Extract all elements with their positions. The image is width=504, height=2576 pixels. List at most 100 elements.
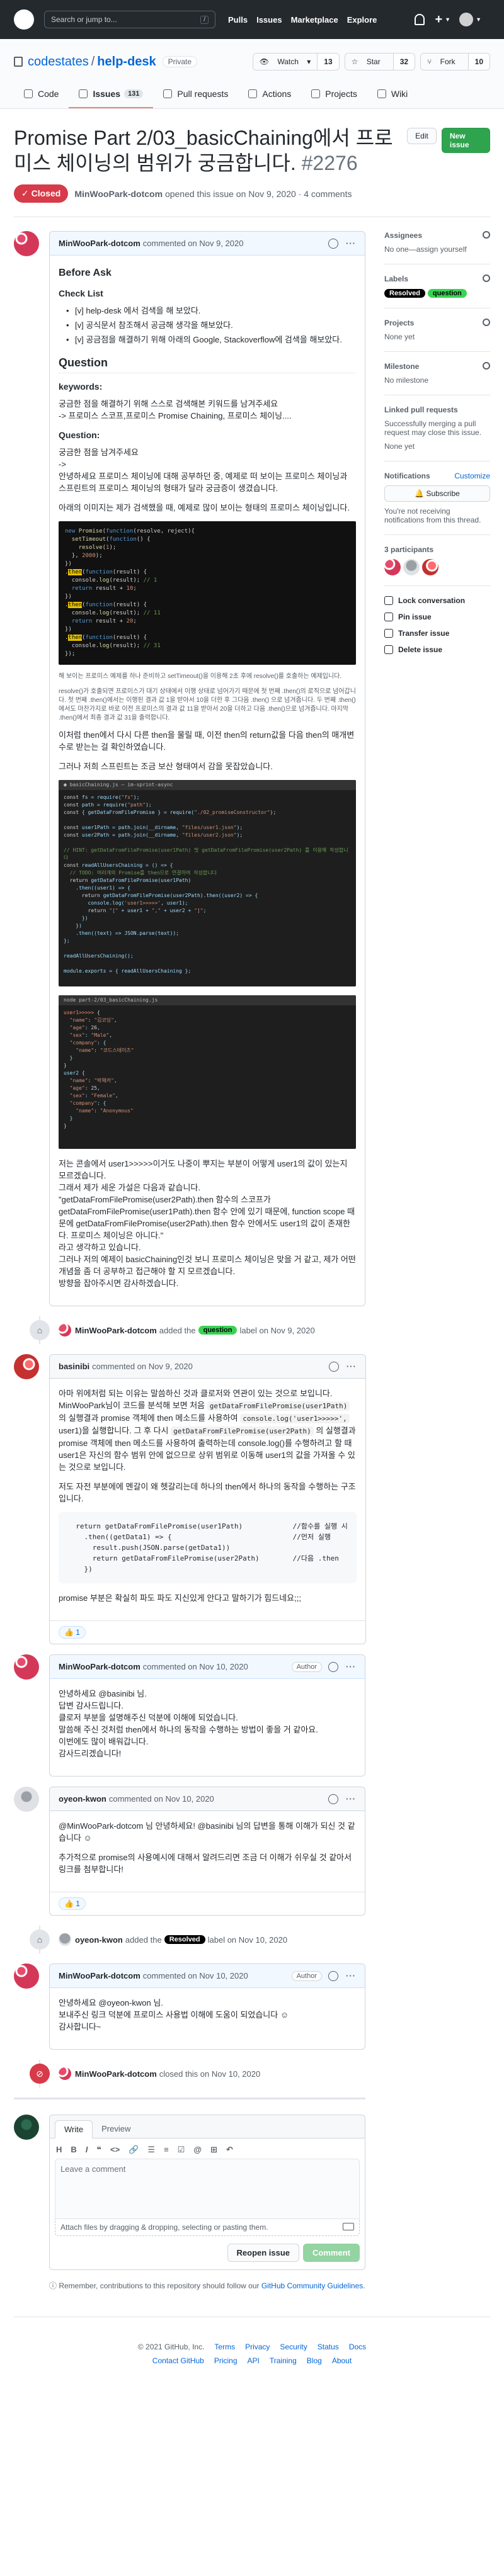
- event-user-link[interactable]: oyeon-kwon: [75, 1935, 123, 1945]
- thumbs-up-reaction[interactable]: 👍 1: [59, 1897, 86, 1910]
- nav-issues[interactable]: Issues: [256, 15, 282, 25]
- code-icon[interactable]: <>: [110, 2145, 120, 2155]
- avatar[interactable]: [59, 1933, 71, 1946]
- gear-icon[interactable]: [483, 362, 490, 370]
- customize-link[interactable]: Customize: [454, 472, 490, 480]
- delete-issue-button[interactable]: Delete issue: [384, 645, 490, 654]
- quote-icon[interactable]: ❝: [96, 2145, 101, 2155]
- avatar[interactable]: [14, 1654, 39, 1680]
- transfer-issue-button[interactable]: Transfer issue: [384, 629, 490, 638]
- avatar[interactable]: [14, 1787, 39, 1812]
- footer-link[interactable]: Security: [280, 2342, 307, 2351]
- comment-author-link[interactable]: MinWooPark-dotcom: [59, 1662, 140, 1671]
- comment-textarea[interactable]: Leave a comment: [55, 2159, 360, 2219]
- avatar[interactable]: [14, 2115, 39, 2140]
- pin-issue-button[interactable]: Pin issue: [384, 613, 490, 621]
- reopen-issue-button[interactable]: Reopen issue: [227, 2244, 300, 2262]
- label-resolved[interactable]: Resolved: [164, 1935, 205, 1944]
- nav-explore[interactable]: Explore: [347, 15, 377, 25]
- task-list-icon[interactable]: ☑: [178, 2145, 185, 2155]
- kebab-menu-icon[interactable]: ···: [346, 1362, 357, 1371]
- gear-icon[interactable]: [483, 231, 490, 239]
- avatar[interactable]: [59, 1324, 71, 1336]
- comment-date[interactable]: commented on Nov 9, 2020: [143, 239, 244, 248]
- fork-button[interactable]: ⑂ Fork 10: [420, 53, 490, 71]
- comment-date[interactable]: commented on Nov 9, 2020: [92, 1362, 193, 1371]
- tab-projects[interactable]: Projects: [301, 81, 367, 108]
- notifications-bell-icon[interactable]: [415, 14, 425, 25]
- labels-heading[interactable]: Labels: [384, 274, 408, 283]
- assignees-value[interactable]: No one—assign yourself: [384, 245, 490, 254]
- markdown-icon[interactable]: [343, 2223, 354, 2230]
- chevron-down-icon[interactable]: ▼: [476, 16, 481, 23]
- link-icon[interactable]: 🔗: [129, 2145, 139, 2155]
- ordered-list-icon[interactable]: ≡: [164, 2145, 169, 2155]
- footer-link[interactable]: API: [248, 2356, 260, 2365]
- nav-pulls[interactable]: Pulls: [228, 15, 248, 25]
- star-count[interactable]: 32: [392, 54, 415, 70]
- avatar[interactable]: [14, 1354, 39, 1379]
- repo-name-link[interactable]: help-desk: [97, 55, 156, 69]
- gear-icon[interactable]: [483, 319, 490, 326]
- smiley-icon[interactable]: [328, 1661, 338, 1672]
- kebab-menu-icon[interactable]: ···: [346, 1971, 356, 1980]
- heading-icon[interactable]: H: [56, 2145, 62, 2155]
- edit-title-button[interactable]: Edit: [407, 128, 437, 144]
- attach-files-area[interactable]: Attach files by dragging & dropping, sel…: [55, 2219, 360, 2236]
- create-new-plus-icon[interactable]: +: [435, 13, 442, 27]
- milestone-heading[interactable]: Milestone: [384, 362, 419, 371]
- comment-date[interactable]: commented on Nov 10, 2020: [109, 1794, 214, 1804]
- footer-link[interactable]: Privacy: [245, 2342, 270, 2351]
- avatar[interactable]: [59, 2067, 71, 2080]
- reference-icon[interactable]: ⊞: [210, 2145, 217, 2155]
- github-logo-icon[interactable]: [14, 9, 34, 30]
- comment-author-link[interactable]: oyeon-kwon: [59, 1794, 106, 1804]
- footer-link[interactable]: Blog: [307, 2356, 322, 2365]
- unordered-list-icon[interactable]: ☰: [147, 2145, 155, 2155]
- avatar[interactable]: [14, 1963, 39, 1989]
- repo-owner-link[interactable]: codestates: [28, 55, 89, 69]
- event-user-link[interactable]: MinWooPark-dotcom: [75, 1326, 157, 1335]
- watch-count[interactable]: 13: [317, 54, 339, 70]
- fork-count[interactable]: 10: [467, 54, 490, 70]
- label-resolved[interactable]: Resolved: [384, 289, 425, 298]
- gear-icon[interactable]: [483, 274, 490, 282]
- tab-preview[interactable]: Preview: [93, 2120, 139, 2138]
- user-avatar[interactable]: [459, 13, 474, 26]
- mention-icon[interactable]: @: [193, 2145, 202, 2155]
- issue-author-link[interactable]: MinWooPark-dotcom: [74, 189, 163, 199]
- label-question[interactable]: question: [427, 289, 467, 298]
- avatar[interactable]: [403, 559, 420, 575]
- label-question[interactable]: question: [198, 1326, 238, 1335]
- smiley-icon[interactable]: [328, 1794, 338, 1804]
- projects-heading[interactable]: Projects: [384, 319, 414, 327]
- comment-date[interactable]: commented on Nov 10, 2020: [143, 1662, 248, 1671]
- subscribe-button[interactable]: 🔔 Subscribe: [384, 485, 490, 502]
- new-issue-button[interactable]: New issue: [441, 128, 490, 153]
- star-button[interactable]: ☆ Star 32: [344, 53, 416, 71]
- footer-link[interactable]: Terms: [214, 2342, 235, 2351]
- avatar[interactable]: [14, 231, 39, 256]
- footer-link[interactable]: About: [332, 2356, 352, 2365]
- footer-link[interactable]: Training: [270, 2356, 297, 2365]
- italic-icon[interactable]: I: [86, 2145, 88, 2155]
- assignees-heading[interactable]: Assignees: [384, 231, 422, 240]
- tab-wiki[interactable]: Wiki: [367, 81, 418, 108]
- footer-link[interactable]: Pricing: [214, 2356, 238, 2365]
- tab-write[interactable]: Write: [55, 2120, 93, 2138]
- comment-author-link[interactable]: basinibi: [59, 1362, 89, 1371]
- footer-link[interactable]: Contact GitHub: [152, 2356, 204, 2365]
- kebab-menu-icon[interactable]: ···: [346, 1794, 356, 1804]
- comment-author-link[interactable]: MinWooPark-dotcom: [59, 239, 140, 248]
- lock-conversation-button[interactable]: Lock conversation: [384, 596, 490, 605]
- kebab-menu-icon[interactable]: ···: [346, 239, 356, 248]
- tab-code[interactable]: Code: [14, 81, 69, 108]
- nav-marketplace[interactable]: Marketplace: [291, 15, 338, 25]
- watch-button[interactable]: 👁 Watch ▾ 13: [252, 53, 340, 71]
- tab-actions[interactable]: Actions: [238, 81, 301, 108]
- thumbs-up-reaction[interactable]: 👍 1: [59, 1626, 86, 1639]
- kebab-menu-icon[interactable]: ···: [346, 1662, 356, 1671]
- tab-pull-requests[interactable]: Pull requests: [153, 81, 238, 108]
- footer-link[interactable]: Status: [318, 2342, 339, 2351]
- reply-icon[interactable]: ↶: [226, 2145, 233, 2155]
